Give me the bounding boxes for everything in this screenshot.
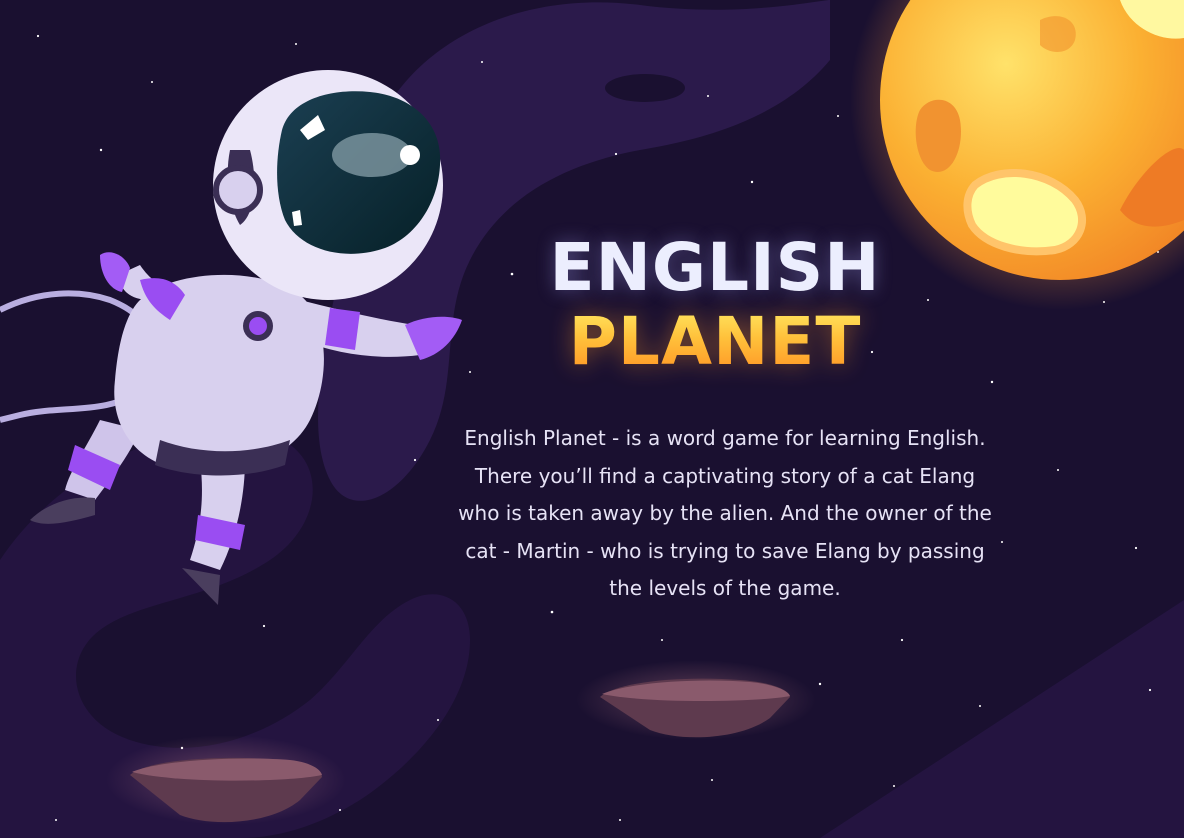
background-art [0,0,1184,838]
title-line-english: ENGLISH [549,229,881,306]
game-description: English Planet - is a word game for lear… [458,426,992,600]
title-line-planet: PLANET [460,300,970,384]
scene: ENGLISH PLANET English Planet - is a wor… [0,0,1184,838]
